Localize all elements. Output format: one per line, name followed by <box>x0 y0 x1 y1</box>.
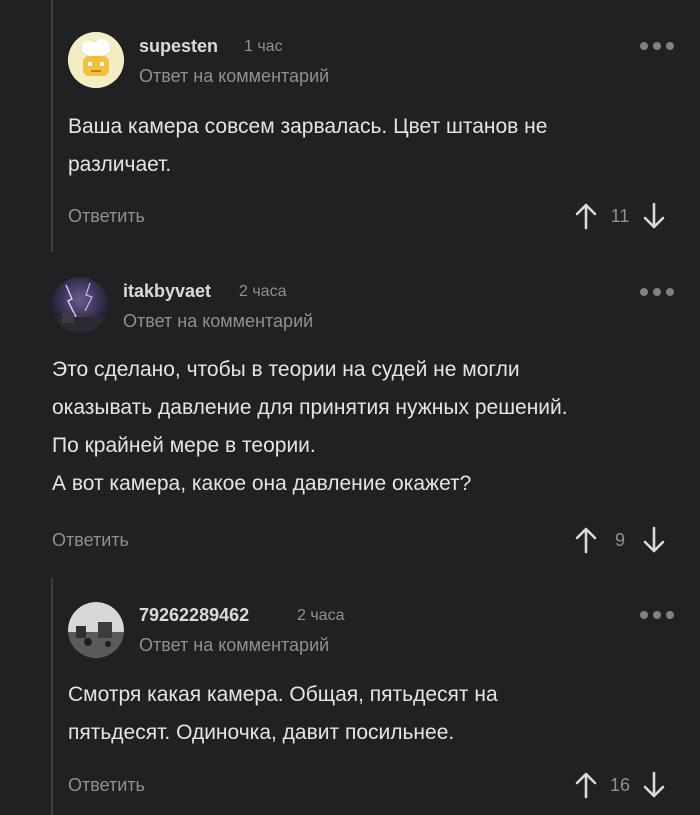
more-options-button[interactable] <box>640 611 674 619</box>
vote-count: 9 <box>614 529 625 550</box>
comment: supesten 1 час Ответ на комментарий Ваша… <box>0 0 700 252</box>
more-options-button[interactable] <box>640 288 674 296</box>
arrow-down-icon[interactable] <box>642 771 666 799</box>
reply-to-link[interactable]: Ответ на комментарий <box>139 635 329 656</box>
more-dots-icon <box>640 611 648 619</box>
avatar-image <box>68 602 124 658</box>
comment-time: 2 часа <box>239 283 287 300</box>
more-dots-icon <box>640 42 648 50</box>
comment-body: Это сделано, чтобы в теории на судей не … <box>52 351 568 503</box>
username[interactable]: itakbyvaet <box>123 281 211 302</box>
vote-widget: 11 <box>574 202 666 230</box>
comment: 79262289462 2 часа Ответ на комментарий … <box>0 578 700 815</box>
comment-body: Смотря какая камера. Общая, пятьдесят на… <box>68 676 498 752</box>
vote-widget: 9 <box>574 526 666 554</box>
avatar[interactable] <box>68 602 124 658</box>
arrow-up-icon[interactable] <box>574 202 598 230</box>
comment-text-line: оказывать давление для принятия нужных р… <box>52 396 568 419</box>
comment-text-line: различает. <box>68 153 172 176</box>
comment-text-line: Смотря какая камера. Общая, пятьдесят на <box>68 683 498 706</box>
comment: itakbyvaet 2 часа Ответ на комментарий Э… <box>0 252 700 578</box>
comment-text-line: пятьдесят. Одиночка, давит посильнее. <box>68 721 455 744</box>
more-options-button[interactable] <box>640 42 674 50</box>
more-dots-icon <box>640 288 648 296</box>
comment-text-line: А вот камера, какое она давление окажет? <box>52 472 472 495</box>
reply-to-link[interactable]: Ответ на комментарий <box>139 66 329 87</box>
arrow-down-icon[interactable] <box>642 202 666 230</box>
vote-widget: 16 <box>574 771 666 799</box>
username[interactable]: supesten <box>139 36 218 57</box>
reply-button[interactable]: Ответить <box>68 775 145 796</box>
arrow-up-icon[interactable] <box>574 526 598 554</box>
comment-time: 2 часа <box>297 607 345 624</box>
arrow-down-icon[interactable] <box>642 526 666 554</box>
reply-button[interactable]: Ответить <box>52 530 129 551</box>
vote-count: 16 <box>609 774 631 795</box>
arrow-up-icon[interactable] <box>574 771 598 799</box>
reply-to-link[interactable]: Ответ на комментарий <box>123 311 313 332</box>
comment-body: Ваша камера совсем зарвалась. Цвет штано… <box>68 108 547 184</box>
username[interactable]: 79262289462 <box>139 605 249 626</box>
avatar[interactable] <box>52 277 108 333</box>
reply-button[interactable]: Ответить <box>68 206 145 227</box>
comment-text-line: Ваша камера совсем зарвалась. Цвет штано… <box>68 115 548 138</box>
vote-count: 11 <box>610 205 630 226</box>
avatar[interactable] <box>68 32 124 88</box>
avatar-image <box>52 277 108 333</box>
comment-text-line: По крайней мере в теории. <box>52 434 316 457</box>
comment-time: 1 час <box>244 38 283 55</box>
comment-text-line: Это сделано, чтобы в теории на судей не … <box>52 358 520 381</box>
avatar-image <box>68 32 124 88</box>
